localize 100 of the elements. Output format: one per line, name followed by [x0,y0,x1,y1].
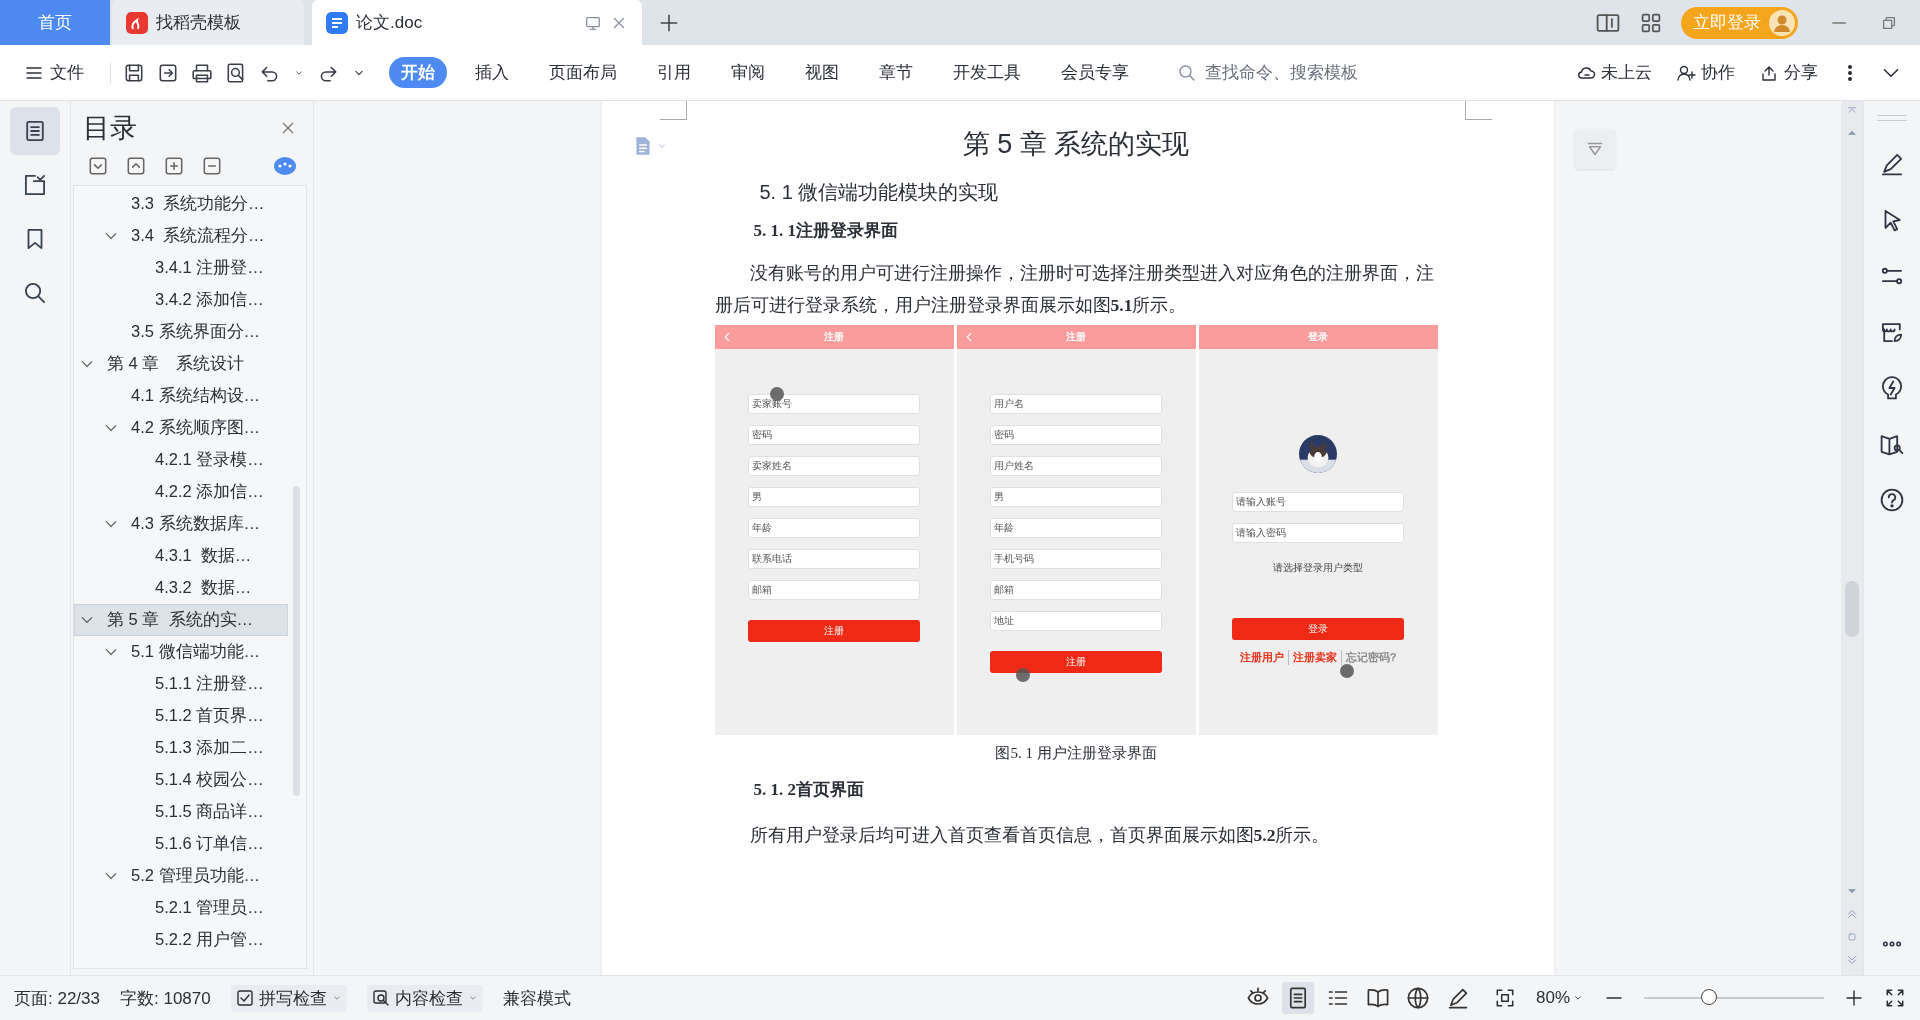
toc-item[interactable]: 4.3.2 数据… [74,572,288,604]
toc-item[interactable]: 5.2 管理员功能… [74,860,288,892]
content-check-button[interactable]: 内容检查 [366,984,483,1012]
toc-item[interactable]: 第 5 章 系统的实… [74,604,288,636]
search-icon [22,280,48,306]
share-button[interactable]: 分享 [1757,59,1820,86]
toc-item[interactable]: 3.4 系统流程分… [74,220,288,252]
section-heading: 5. 1 微信端功能模块的实现 [759,180,1000,205]
expand-up-icon[interactable] [125,155,147,177]
page-count[interactable]: 页面: 22/33 [14,986,100,1010]
form-field: 用户名 [990,394,1162,414]
toc-item[interactable]: 4.2.2 添加信… [74,476,288,508]
form-field: 年龄 [990,518,1162,538]
ribbon-tab[interactable]: 插入 [463,57,521,88]
open-book-icon [1365,986,1390,1010]
toc-item[interactable]: 5.1.1 注册登… [74,668,288,700]
pen-icon[interactable] [1879,151,1905,177]
zoom-level[interactable]: 80% [1535,988,1570,1008]
lightning-bulb-icon[interactable] [1879,375,1905,401]
document-logo-icon [326,11,348,34]
form-field: 年龄 [748,518,920,538]
toc-item[interactable]: 5.2.2 用户管… [74,924,288,956]
toc-item[interactable]: 5.1 微信端功能… [74,636,288,668]
word-count[interactable]: 字数: 10870 [120,986,211,1010]
side-panel-button[interactable] [10,107,60,155]
toc-item[interactable]: 5.1.3 添加二… [74,732,288,764]
form-field: 请输入密码 [1232,523,1404,543]
form-field: 邮箱 [748,580,920,600]
screen-title: 注册 [1066,330,1086,344]
ribbon-tab[interactable]: 审阅 [719,57,777,88]
form-field: 男 [748,487,920,507]
screen-button[interactable]: 注册 [748,620,920,642]
chapter-title: 第 5 章 系统的实现 [961,128,1191,161]
toc-item[interactable]: 4.3 系统数据库… [74,508,288,540]
chat-bubble-icon[interactable] [273,155,297,177]
margin-mark [659,101,687,120]
toc-item[interactable]: 3.4.2 添加信… [74,284,288,316]
content-check-icon [370,988,391,1008]
form-field: 卖家账号 [748,394,920,414]
screen-note: 请选择登录用户类型 [1273,561,1363,575]
collapse-all-icon[interactable] [87,155,109,177]
toc-item[interactable]: 5.1.4 校园公… [74,764,288,796]
body-paragraph: 所有用户登录后均可进入首页查看首页信息，首页界面展示如图5.2所示。 [748,824,1331,847]
fullscreen-icon[interactable] [1884,987,1906,1009]
navigation-pane-icon [22,172,48,198]
form-field: 地址 [990,611,1162,631]
ribbon-tab[interactable]: 引用 [645,57,703,88]
form-field: 手机号码 [990,549,1162,569]
document-tab[interactable]: 找稻壳模板 [112,0,304,45]
checkbox-icon [234,988,255,1008]
panel-title: 目录 [83,112,137,145]
subsection-heading: 5. 1. 1注册登录界面 [753,220,899,242]
zoom-in-icon[interactable] [1844,988,1864,1008]
form-field: 密码 [990,425,1162,445]
file-menu[interactable]: 文件 [20,57,88,88]
toc-item[interactable]: 3.5 系统界面分… [74,316,288,348]
compatibility-mode: 兼容模式 [502,987,571,1010]
toc-item[interactable]: 5.2.1 管理员… [74,892,288,924]
toc-item[interactable]: 5.1.2 首页界… [74,700,288,732]
screen-button[interactable]: 登录 [1232,618,1404,640]
remove-level-icon[interactable] [201,155,223,177]
form-field: 联系电话 [748,549,920,569]
toc-item[interactable]: 5.1.6 订单信… [74,828,288,860]
subsection-heading: 5. 1. 2首页界面 [753,779,865,801]
avatar-icon [1769,9,1795,36]
ribbon-tab[interactable]: 视图 [793,57,851,88]
collab-button[interactable]: 协作 [1674,59,1737,86]
cloud-button[interactable]: 未上云 [1574,59,1654,86]
help-icon[interactable] [1879,487,1905,513]
ribbon-tab[interactable]: 会员专享 [1049,57,1141,88]
ribbon-tab[interactable]: 开发工具 [941,57,1033,88]
toc-item[interactable]: 4.3.1 数据… [74,540,288,572]
globe-icon [1405,986,1430,1010]
body-paragraph: 没有账号的用户可进行注册操作，注册时可选择注册类型进入对应角色的注册界面，注册后可进行登录系统，用户注册登录界面展示如图5.1所示。 [714,262,1435,317]
screen-title: 登录 [1308,330,1328,344]
toc-item[interactable]: 3.3 系统功能分… [74,188,288,220]
scrollbar-thumb[interactable] [1845,581,1859,637]
drag-handle[interactable] [1877,115,1907,121]
ribbon-tab[interactable]: 页面布局 [537,57,629,88]
form-field: 邮箱 [990,580,1162,600]
search-icon [1177,62,1197,83]
add-level-icon[interactable] [163,155,185,177]
view-mode-button[interactable] [1281,982,1314,1014]
command-search-field[interactable]: 查找命令、搜索模板 [1177,61,1377,84]
toc-item[interactable]: 5.1.5 商品详… [74,796,288,828]
toc-item[interactable]: 4.2.1 登录模… [74,444,288,476]
form-field: 男 [990,487,1162,507]
flame-logo-icon [126,11,148,34]
toc-item[interactable]: 3.4.1 注册登… [74,252,288,284]
toc-item[interactable]: 4.1 系统结构设… [74,380,288,412]
document-tab[interactable]: 论文.doc [312,0,642,45]
form-field: 用户姓名 [990,456,1162,476]
screen-button[interactable]: 注册 [990,651,1162,673]
spell-check-button[interactable]: 拼写检查 [230,984,347,1012]
toc-item[interactable]: 4.2 系统顺序图… [74,412,288,444]
scrollbar-thumb[interactable] [293,486,300,796]
zoom-slider-thumb[interactable] [1700,989,1717,1005]
toc-item[interactable]: 第 4 章 系统设计 [74,348,288,380]
form-field: 密码 [748,425,920,445]
ribbon-tab[interactable]: 章节 [867,57,925,88]
